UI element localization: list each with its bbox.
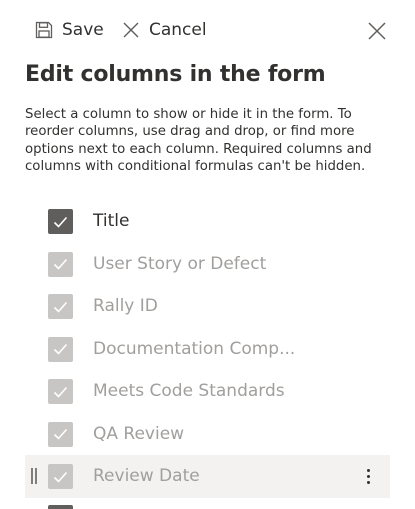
- save-icon: [35, 21, 53, 39]
- checkmark-icon: [53, 258, 68, 270]
- checkmark-icon: [53, 471, 68, 483]
- command-bar: Save Cancel: [0, 0, 415, 58]
- column-checkbox[interactable]: [48, 209, 73, 234]
- column-checkbox: [48, 294, 73, 319]
- checkmark-icon: [53, 216, 68, 228]
- cancel-button[interactable]: Cancel: [122, 16, 207, 44]
- column-label: Meets Code Standards: [93, 381, 285, 401]
- column-item-user-story-or-defect[interactable]: User Story or Defect: [0, 243, 415, 286]
- column-item-rally-id[interactable]: Rally ID: [0, 285, 415, 328]
- column-item-review-date[interactable]: Review Date: [25, 455, 390, 498]
- column-checkbox: [48, 379, 73, 404]
- save-label: Save: [62, 20, 104, 40]
- more-vertical-icon: [366, 468, 370, 472]
- column-checkbox: [48, 251, 73, 277]
- column-label: Rally ID: [93, 296, 158, 316]
- checkmark-icon: [53, 301, 68, 313]
- column-item-qa-review[interactable]: QA Review: [0, 413, 415, 456]
- more-options-button[interactable]: [362, 464, 374, 488]
- column-label: QA Review: [93, 423, 185, 444]
- column-label: User Story or Defect: [93, 253, 267, 274]
- close-button[interactable]: [366, 20, 388, 42]
- edit-columns-panel: Save Cancel Edit columns in the form Sel…: [0, 0, 415, 509]
- panel-title: Edit columns in the form: [25, 62, 326, 87]
- cancel-icon: [123, 22, 139, 38]
- column-label: Documentation Comp...: [93, 338, 296, 359]
- checkmark-icon: [53, 386, 68, 398]
- column-list: Title User Story or Defect Rally ID Docu…: [0, 200, 415, 498]
- column-item-title[interactable]: Title: [0, 200, 415, 243]
- panel-description: Select a column to show or hide it in th…: [25, 107, 372, 174]
- column-checkbox: [48, 421, 73, 447]
- column-item-documentation-comp[interactable]: Documentation Comp...: [0, 328, 415, 371]
- column-label: Title: [93, 211, 130, 231]
- column-checkbox: [48, 336, 73, 362]
- close-icon: [368, 22, 386, 40]
- gripper-icon[interactable]: [30, 467, 38, 485]
- column-checkbox: [48, 464, 73, 489]
- save-button[interactable]: Save: [35, 16, 104, 44]
- cancel-label: Cancel: [149, 20, 207, 40]
- checkmark-icon: [53, 428, 68, 440]
- checkmark-icon: [53, 343, 68, 355]
- column-label: Review Date: [93, 466, 200, 486]
- column-item-meets-code-standards[interactable]: Meets Code Standards: [0, 370, 415, 413]
- next-column-checkbox[interactable]: [48, 505, 73, 509]
